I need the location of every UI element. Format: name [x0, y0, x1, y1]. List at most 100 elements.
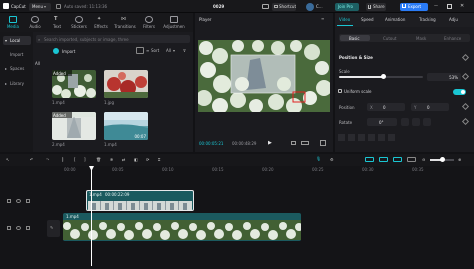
preview-axis-icon[interactable] [407, 157, 416, 162]
subtab-basic[interactable]: Basic [340, 35, 370, 41]
track-mute-icon[interactable] [26, 226, 30, 230]
undo-icon[interactable]: ↶ [30, 157, 33, 162]
track-lock-icon[interactable] [7, 199, 11, 203]
zoom-slider[interactable] [430, 157, 454, 162]
redo-icon[interactable]: ↷ [46, 157, 49, 162]
project-name[interactable]: 0029 [213, 4, 224, 9]
zoom-slider-handle[interactable] [440, 157, 445, 162]
reverse-icon[interactable]: ⇄ [122, 157, 125, 162]
rotate-ccw-button[interactable] [401, 118, 409, 126]
minimize-icon[interactable]: — [434, 3, 438, 8]
import-button[interactable]: Import [53, 47, 93, 55]
uniform-scale-checkbox[interactable] [338, 89, 342, 93]
monitor-icon[interactable] [262, 4, 269, 9]
keyframe-icon[interactable] [461, 72, 470, 81]
tab-animation[interactable]: Animation [385, 17, 405, 22]
tab-filters[interactable]: Filters [138, 13, 160, 32]
tab-tracking[interactable]: Tracking [419, 17, 436, 22]
track-visibility-icon[interactable] [16, 199, 21, 203]
split-icon[interactable]: ⫿ [62, 157, 63, 162]
media-item[interactable]: Added [52, 112, 96, 140]
auto-snap-icon[interactable] [379, 157, 388, 162]
filter-dropdown[interactable]: All ▾ [166, 47, 182, 54]
keyframe-icon[interactable] [461, 53, 470, 62]
sidebar-item-import[interactable]: Import [3, 50, 31, 59]
align-top-icon[interactable] [368, 134, 375, 141]
funnel-icon[interactable]: ⊽ [183, 47, 189, 54]
tab-audio[interactable]: Audio [24, 13, 46, 32]
crop-icon[interactable]: ⌗ [158, 157, 160, 162]
mirror-icon[interactable]: ◧ [134, 157, 138, 162]
media-item[interactable] [104, 70, 148, 98]
zoom-in-icon[interactable]: ⊕ [458, 157, 461, 162]
keyframe-icon[interactable] [461, 102, 470, 111]
tab-adjust[interactable]: Adju [449, 17, 458, 22]
fullscreen-icon[interactable] [320, 140, 326, 146]
align-right-icon[interactable] [358, 134, 365, 141]
scale-input[interactable]: 53% [427, 73, 461, 81]
position-y-input[interactable]: Y 0 [411, 103, 449, 111]
grid-view-icon[interactable] [136, 47, 144, 54]
share-button[interactable]: Share [366, 2, 386, 11]
sidebar-item-spaces[interactable]: ▸ Spaces [3, 64, 31, 73]
maximize-icon[interactable] [447, 3, 452, 9]
align-middle-icon[interactable] [378, 134, 385, 141]
close-icon[interactable]: ✕ [460, 3, 464, 9]
sidebar-item-local[interactable]: ▾ Local [3, 36, 31, 45]
media-item[interactable]: 00:07 [104, 112, 148, 140]
scale-slider[interactable] [339, 74, 423, 79]
flip-h-button[interactable] [412, 118, 420, 126]
delete-icon[interactable]: 🗑 [96, 157, 101, 162]
play-icon[interactable]: ▶ [268, 140, 272, 146]
rotate-icon[interactable]: ⟳ [146, 157, 149, 162]
subtab-cutout[interactable]: Cutout [383, 36, 396, 41]
split-left-icon[interactable]: [ [74, 157, 76, 162]
subtab-mask[interactable]: Mask [416, 36, 426, 41]
layout-icon[interactable] [56, 4, 61, 9]
rotate-input[interactable]: 0° [367, 118, 397, 126]
record-audio-icon[interactable]: 🎙 [316, 156, 321, 161]
tab-speed[interactable]: Speed [361, 17, 374, 22]
ratio-icon[interactable] [301, 141, 309, 145]
freeze-icon[interactable]: ❄ [110, 157, 113, 162]
tab-effects[interactable]: ✦ Effects [90, 13, 112, 32]
search-input[interactable]: ⌕ Search imported, subjects or image, th… [36, 35, 190, 43]
avatar[interactable] [306, 2, 314, 11]
tab-text[interactable]: T Text [46, 13, 68, 32]
media-item[interactable]: Added [52, 70, 96, 98]
track-visibility-icon[interactable] [16, 226, 21, 230]
shortcut-button[interactable]: Shortcut [272, 2, 296, 11]
tab-transitions[interactable]: ⋈ Transitions [112, 13, 138, 32]
join-pro-button[interactable]: Join Pro [335, 2, 359, 11]
keyframe-icon[interactable] [461, 117, 470, 126]
uniform-scale-toggle[interactable] [453, 89, 466, 95]
tab-media[interactable]: Media [2, 13, 24, 32]
tab-video[interactable]: Video [339, 17, 350, 22]
align-center-icon[interactable] [348, 134, 355, 141]
align-left-icon[interactable] [338, 134, 345, 141]
select-tool-icon[interactable]: ↖ [6, 157, 9, 162]
scale-slider-handle[interactable] [381, 74, 387, 79]
align-bottom-icon[interactable] [388, 134, 395, 141]
ai-icon[interactable]: ⚙ [330, 157, 334, 162]
preview-canvas[interactable] [198, 40, 330, 112]
position-x-input[interactable]: X 0 [367, 103, 405, 111]
sidebar-item-library[interactable]: ▸ Library [3, 79, 31, 88]
user-name[interactable]: C... [316, 4, 323, 9]
flip-v-button[interactable] [423, 118, 431, 126]
overlay-clip[interactable]: 1.mp4 00:00:22:09 [86, 190, 194, 211]
export-button[interactable]: Export [400, 2, 428, 11]
zoom-out-icon[interactable]: ⊖ [422, 157, 425, 162]
main-track-magnet-icon[interactable] [365, 157, 374, 162]
fit-icon[interactable] [291, 141, 296, 145]
tab-stickers[interactable]: Stickers [68, 13, 90, 32]
more-icon[interactable]: ≡ [321, 16, 324, 21]
subtab-enhance[interactable]: Enhance [444, 36, 461, 41]
cover-button[interactable]: ✎ [47, 220, 60, 237]
linkage-icon[interactable] [393, 157, 402, 162]
split-right-icon[interactable]: ] [84, 157, 86, 162]
track-lock-icon[interactable] [7, 226, 11, 230]
track-mute-icon[interactable] [26, 199, 30, 203]
main-clip[interactable]: 1.mp4 [63, 213, 301, 241]
sort-dropdown[interactable]: ≡ Sort [146, 47, 166, 54]
